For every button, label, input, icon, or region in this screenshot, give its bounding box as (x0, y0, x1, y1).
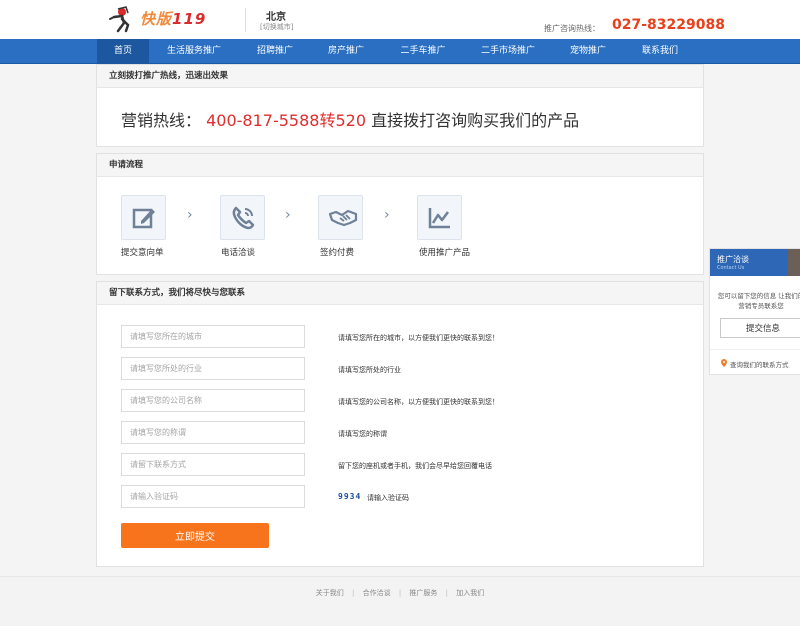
process-panel-title: 申请流程 (97, 154, 703, 177)
header: 快版119 北京 [切换城市] 推广咨询热线： 027-83229088 (0, 0, 800, 39)
nav-item-second-hand[interactable]: 二手市场推广 (468, 39, 548, 64)
step-label-phone: 电话洽谈 (221, 248, 256, 258)
industry-hint: 请填写您所处的行业 (338, 366, 401, 374)
phone-icon (232, 206, 255, 230)
step-handshake-icon-box (318, 195, 363, 240)
step-label-sign: 签约付费 (320, 248, 355, 258)
hotline-banner-number: 400-817-5588转520 (206, 111, 366, 130)
footer-link-about[interactable]: 关于我们 (316, 589, 344, 597)
nav-item-real-estate[interactable]: 房产推广 (316, 39, 376, 64)
footer-link-services[interactable]: 推广服务 (409, 589, 437, 597)
city-hint: 请填写您所在的城市，以方便我们更快的联系到您！ (338, 334, 499, 342)
current-city: 北京 (266, 12, 286, 23)
sidebar-title: 推广洽谈 (717, 255, 749, 264)
header-divider (245, 8, 246, 32)
main-nav: 首页 生活服务推广 招聘推广 房产推广 二手车推广 二手市场推广 宠物推广 联系… (0, 39, 800, 64)
footer-separator: | (351, 589, 355, 597)
step-label-use: 使用推广产品 (419, 248, 471, 258)
logo-text-cn: 快版 (140, 10, 173, 28)
footer-links: 关于我们 | 合作洽谈 | 推广服务 | 加入我们 (0, 588, 800, 598)
captcha-input[interactable] (121, 485, 305, 508)
sidebar-submit-info-button[interactable]: 提交信息 (720, 318, 800, 338)
chevron-right-icon: › (187, 207, 193, 223)
step-phone-icon-box (220, 195, 265, 240)
contact-form-panel: 留下联系方式，我们将尽快与您联系 请填写您所在的城市，以方便我们更快的联系到您！… (96, 281, 704, 567)
sidebar-subtitle: Contact Us (717, 265, 745, 271)
footer: 关于我们 | 合作洽谈 | 推广服务 | 加入我们 (0, 576, 800, 626)
location-pin-icon (721, 359, 727, 367)
contact-panel-title: 留下联系方式，我们将尽快与您联系 (97, 282, 703, 305)
sidebar-text: 您可以留下您的信息 让我们的营销专员联系您 (717, 292, 800, 310)
process-panel: 申请流程 › › › 提交意向单 电话洽谈 签约付费 使用推广产品 (96, 153, 704, 275)
sidebar-header: 推广洽谈 Contact Us (710, 249, 800, 276)
hotline-panel: 立刻拨打推广热线，迅速出效果 营销热线： 400-817-5588转520 直接… (96, 64, 704, 147)
step-label-submit: 提交意向单 (121, 248, 164, 258)
company-hint: 请填写您的公司名称，以方便我们更快的联系到您！ (338, 398, 499, 406)
contact-hint: 留下您的座机或者手机，我们会尽早给您回覆电话 (338, 462, 492, 470)
contact-sidebar: 推广洽谈 Contact Us 您可以留下您的信息 让我们的营销专员联系您 提交… (709, 248, 800, 375)
chevron-right-icon: › (285, 207, 291, 223)
footer-separator: | (398, 589, 402, 597)
hotline-banner-suffix: 直接拨打咨询购买我们的产品 (371, 111, 580, 130)
nav-item-used-car[interactable]: 二手车推广 (388, 39, 458, 64)
hotline-number: 027-83229088 (612, 17, 725, 33)
title-hint: 请填写您的称谓 (338, 430, 387, 438)
captcha-image[interactable]: 9934 (338, 492, 361, 501)
city-input[interactable] (121, 325, 305, 348)
sidebar-contact-link[interactable]: 查询我们的联系方式 (730, 359, 789, 369)
captcha-hint: 请输入验证码 (367, 494, 409, 502)
handshake-icon (328, 209, 358, 227)
nav-item-home[interactable]: 首页 (97, 39, 149, 64)
footer-separator: | (445, 589, 448, 597)
hotline-banner: 营销热线： 400-817-5588转520 直接拨打咨询购买我们的产品 (121, 107, 579, 131)
industry-input[interactable] (121, 357, 305, 380)
nav-item-life-service[interactable]: 生活服务推广 (155, 39, 233, 64)
hotline-panel-title: 立刻拨打推广热线，迅速出效果 (97, 65, 703, 88)
sidebar-divider (710, 349, 800, 350)
submit-button[interactable]: 立即提交 (121, 523, 269, 548)
contact-input[interactable] (121, 453, 305, 476)
logo-text[interactable]: 快版119 (140, 8, 206, 29)
hotline-banner-label: 营销热线： (121, 111, 202, 130)
footer-link-cooperation[interactable]: 合作洽谈 (363, 589, 391, 597)
chart-icon (428, 208, 450, 229)
switch-city-link[interactable]: [切换城市] (260, 22, 293, 32)
nav-item-contact[interactable]: 联系我们 (632, 39, 688, 64)
footer-link-join[interactable]: 加入我们 (456, 589, 484, 597)
step-chart-icon-box (417, 195, 462, 240)
company-input[interactable] (121, 389, 305, 412)
chevron-right-icon: › (384, 207, 390, 223)
edit-icon (132, 208, 155, 229)
logo-text-num: 119 (172, 10, 207, 28)
sidebar-agent-avatar (788, 249, 800, 276)
nav-item-recruitment[interactable]: 招聘推广 (245, 39, 305, 64)
nav-item-pets[interactable]: 宠物推广 (558, 39, 618, 64)
step-edit-icon-box (121, 195, 166, 240)
title-input[interactable] (121, 421, 305, 444)
hotline-label: 推广咨询热线： (544, 24, 600, 33)
